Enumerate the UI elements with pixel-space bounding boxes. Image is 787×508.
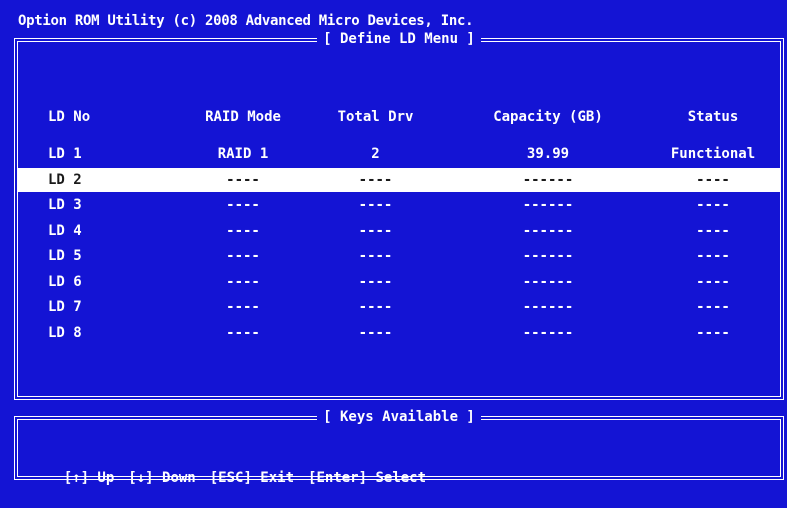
cell-total-drives: ----: [358, 324, 393, 341]
cell-capacity: ------: [522, 299, 574, 315]
cell-total-drives: ----: [358, 171, 393, 188]
table-row[interactable]: LD 4 ---- ---- ------ ----: [18, 219, 780, 243]
table-header: LD No RAID Mode Total Drv Capacity (GB) …: [18, 105, 780, 129]
cell-raid-mode: RAID 1: [217, 146, 269, 162]
cell-total-drives: ----: [358, 248, 393, 264]
cell-ld-number: LD 6: [48, 273, 82, 290]
cell-capacity: ------: [522, 171, 574, 188]
cell-raid-mode: ----: [226, 171, 260, 188]
table-row[interactable]: LD 6 ---- ---- ------ ----: [18, 270, 780, 294]
column-header-total-drv: Total Drv: [337, 109, 414, 125]
cell-raid-mode: ----: [226, 197, 260, 213]
cell-ld-number: LD 2: [48, 171, 82, 188]
app-title: Option ROM Utility (c) 2008 Advanced Mic…: [18, 13, 474, 29]
cell-ld-number: LD 1: [48, 146, 82, 162]
column-header-ld-no: LD No: [48, 109, 91, 125]
cell-raid-mode: ----: [226, 222, 260, 239]
key-select-hint: [Enter] Select: [308, 470, 427, 486]
cell-raid-mode: ----: [226, 248, 260, 264]
table-row[interactable]: LD 2 ---- ---- ------ ----: [18, 167, 780, 192]
cell-status: ----: [696, 273, 730, 290]
cell-status: ----: [696, 222, 730, 239]
cell-ld-number: LD 4: [48, 222, 82, 239]
keys-title: [ Keys Available ]: [317, 409, 481, 425]
cell-total-drives: ----: [358, 299, 393, 315]
key-down-hint: [↓] Down: [128, 470, 196, 486]
cell-capacity: ------: [522, 248, 574, 264]
cell-total-drives: ----: [358, 197, 393, 213]
cell-capacity: ------: [522, 273, 574, 290]
column-header-capacity: Capacity (GB): [493, 109, 603, 125]
cell-capacity: ------: [522, 222, 574, 239]
cell-ld-number: LD 8: [48, 324, 82, 341]
cell-status: Functional: [670, 146, 756, 162]
table-row[interactable]: LD 7 ---- ---- ------ ----: [18, 295, 780, 319]
menu-title: [ Define LD Menu ]: [317, 31, 481, 47]
column-header-status: Status: [687, 109, 739, 125]
table-row[interactable]: LD 8 ---- ---- ------ ----: [18, 321, 780, 345]
cell-raid-mode: ----: [226, 273, 260, 290]
cell-status: ----: [696, 197, 730, 213]
table-row[interactable]: LD 3 ---- ---- ------ ----: [18, 193, 780, 217]
cell-total-drives: ----: [358, 222, 393, 239]
cell-ld-number: LD 5: [48, 248, 82, 264]
column-header-raid-mode: RAID Mode: [205, 109, 281, 125]
cell-ld-number: LD 7: [48, 299, 82, 315]
keys-legend: [↑] Up [↓] Down [ESC] Exit [Enter] Select: [30, 448, 440, 508]
cell-status: ----: [696, 248, 730, 264]
cell-total-drives: ----: [358, 273, 393, 290]
cell-capacity: ------: [522, 324, 574, 341]
key-up-hint: [↑] Up: [63, 470, 115, 486]
keys-available-panel: [ Keys Available ] [↑] Up [↓] Down [ESC] E…: [14, 409, 784, 486]
cell-total-drives: 2: [371, 146, 380, 162]
cell-capacity: ------: [522, 197, 574, 213]
cell-status: ----: [696, 171, 730, 188]
cell-raid-mode: ----: [226, 299, 260, 315]
table-row[interactable]: LD 5 ---- ---- ------ ----: [18, 244, 780, 268]
cell-capacity: 39.99: [526, 146, 570, 162]
key-exit-hint: [ESC] Exit: [209, 470, 295, 486]
define-ld-menu-panel: [ Define LD Menu ] LD No RAID Mode Total…: [14, 31, 784, 400]
cell-status: ----: [696, 299, 730, 315]
cell-raid-mode: ----: [226, 324, 260, 341]
cell-ld-number: LD 3: [48, 197, 82, 213]
cell-status: ----: [696, 324, 730, 341]
table-row[interactable]: LD 1 RAID 1 2 39.99 Functional: [18, 142, 780, 166]
